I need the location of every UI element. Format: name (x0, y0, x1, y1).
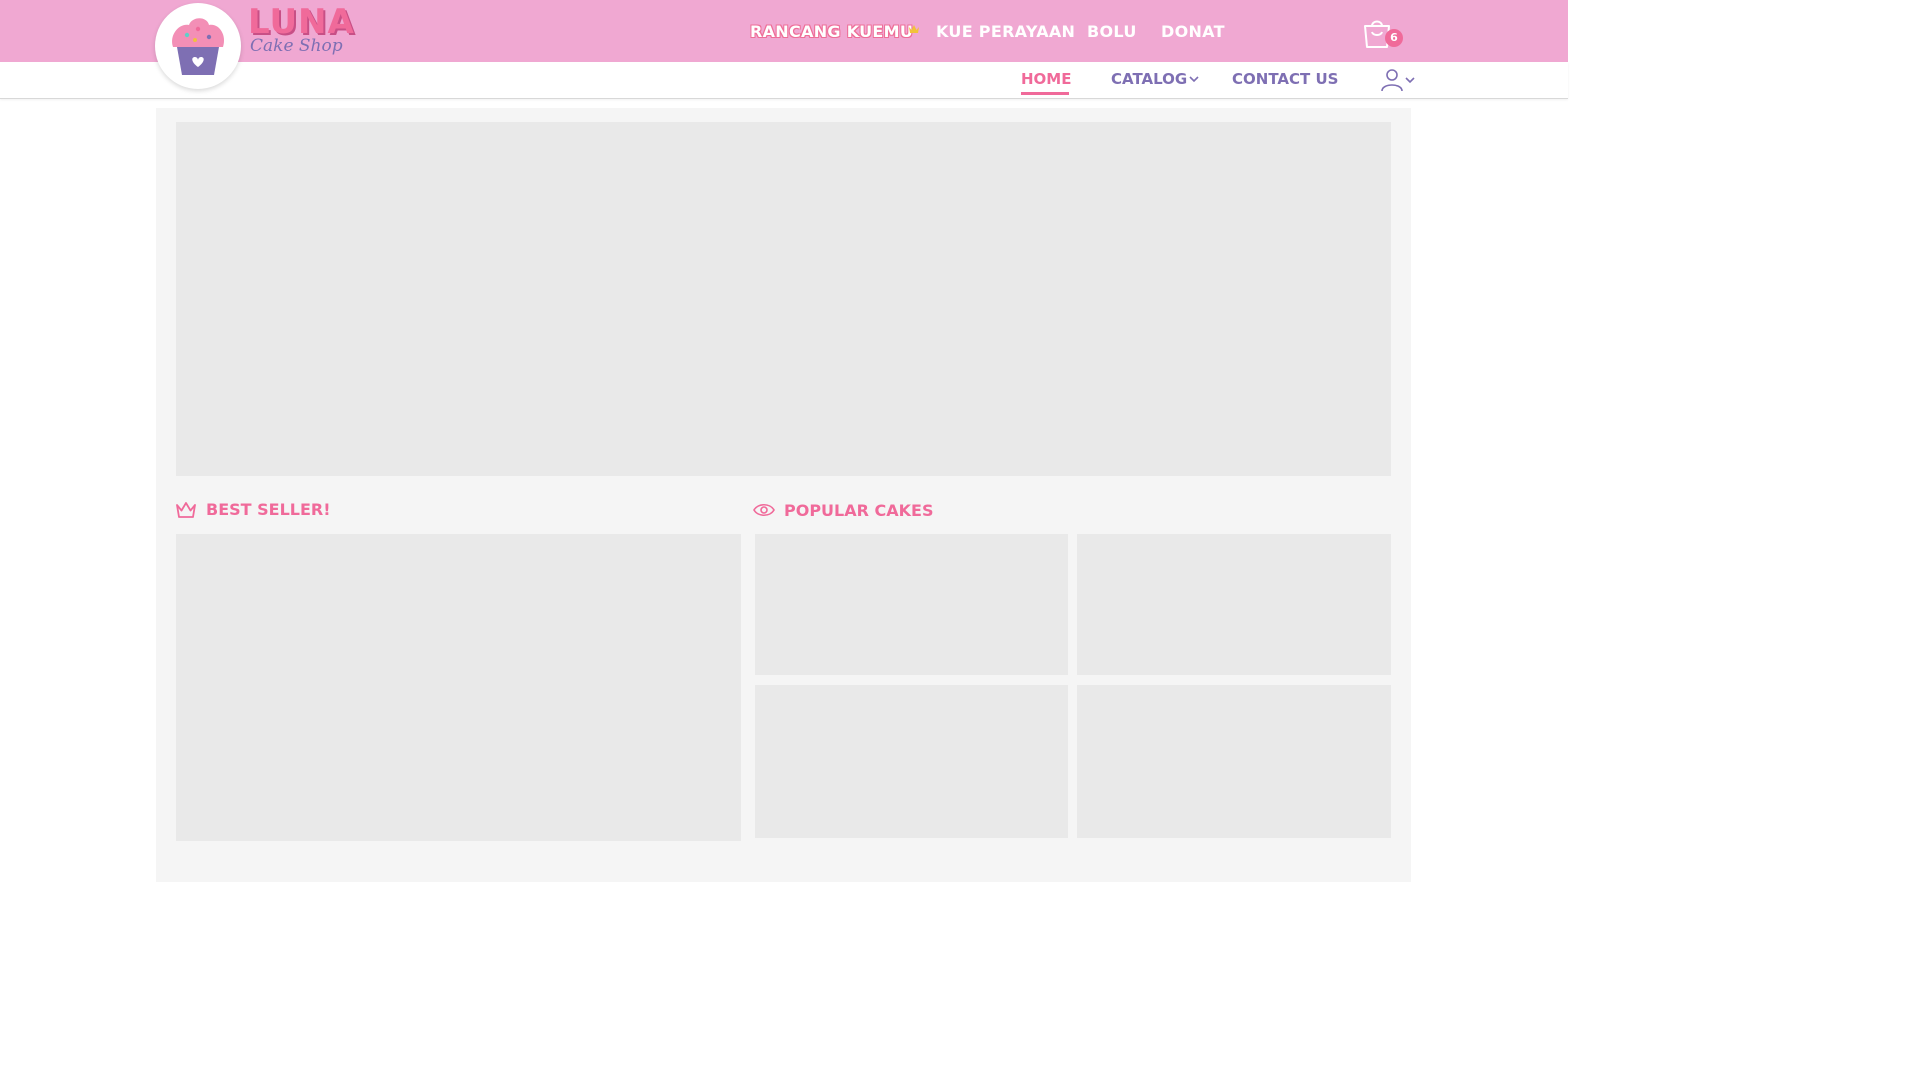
crown-icon (176, 502, 196, 518)
popular-cake-card[interactable] (755, 685, 1068, 838)
eye-icon (753, 503, 775, 517)
best-seller-title: BEST SELLER! (206, 500, 331, 519)
crown-icon (909, 25, 919, 33)
chevron-down-icon[interactable] (1189, 76, 1199, 83)
cupcake-icon (172, 18, 225, 75)
best-seller-card[interactable] (176, 534, 741, 841)
active-tab-indicator (1021, 92, 1069, 95)
nav-contact-us[interactable]: CONTACT US (1232, 70, 1338, 88)
nav-donat[interactable]: DONAT (1161, 22, 1225, 41)
nav-rancang-kuemu[interactable]: RANCANG KUEMU (750, 22, 913, 41)
logo[interactable] (155, 3, 241, 89)
popular-cake-card[interactable] (1077, 685, 1391, 838)
nav-home[interactable]: HOME (1021, 70, 1071, 88)
account-chevron-down-icon[interactable] (1405, 77, 1415, 84)
hero-banner-placeholder[interactable] (176, 122, 1391, 476)
cart-count-badge: 6 (1385, 29, 1403, 47)
user-icon[interactable] (1380, 68, 1404, 92)
brand-tagline: Cake Shop (250, 36, 343, 56)
nav-bolu[interactable]: BOLU (1087, 22, 1137, 41)
nav-kue-perayaan[interactable]: KUE PERAYAAN (936, 22, 1075, 41)
popular-cake-card[interactable] (755, 534, 1068, 675)
popular-cakes-title: POPULAR CAKES (784, 501, 934, 520)
popular-cake-card[interactable] (1077, 534, 1391, 675)
nav-catalog[interactable]: CATALOG (1111, 70, 1187, 88)
